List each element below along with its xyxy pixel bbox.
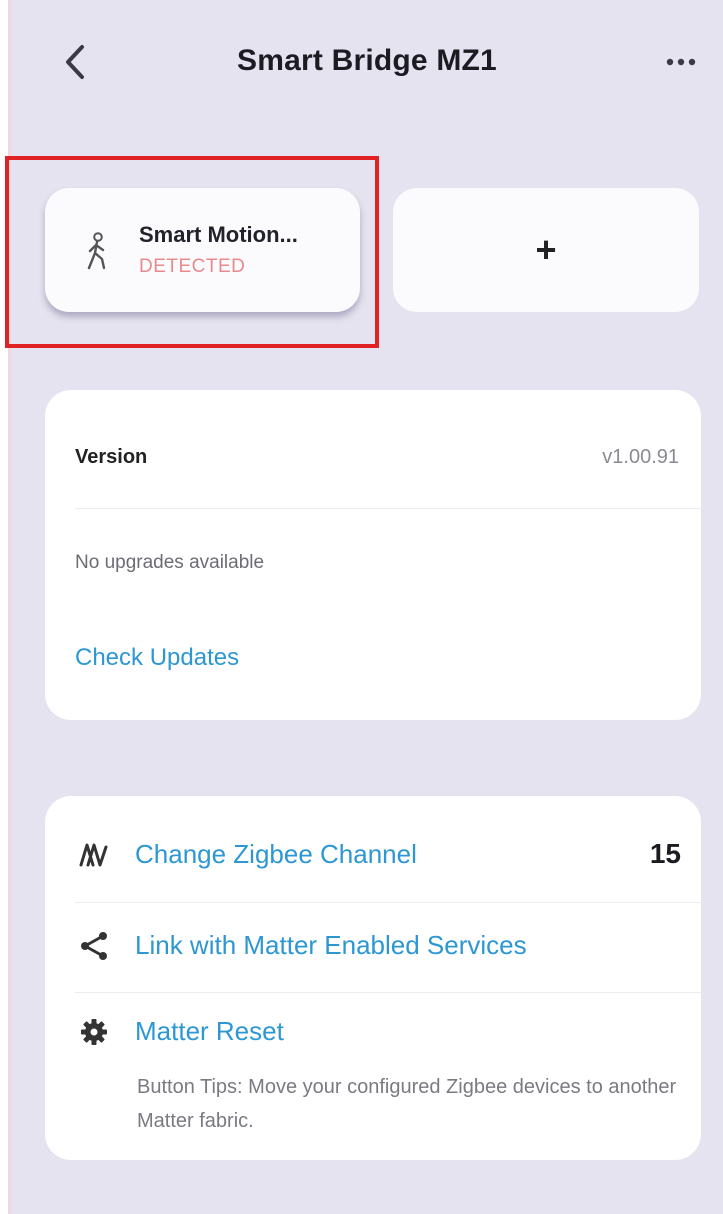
check-updates-link[interactable]: Check Updates: [75, 644, 239, 672]
upgrade-status: No upgrades available: [75, 552, 265, 573]
device-card-smart-motion[interactable]: Smart Motion... DETECTED: [45, 188, 360, 312]
link-matter-services-label: Link with Matter Enabled Services: [135, 930, 527, 960]
divider: [75, 992, 701, 993]
share-icon: [79, 931, 109, 961]
more-options-button[interactable]: [659, 48, 703, 76]
divider: [75, 902, 701, 903]
matter-reset-row[interactable]: Matter Reset: [79, 1016, 681, 1047]
add-device-button[interactable]: +: [393, 188, 699, 312]
walking-person-icon: [87, 232, 106, 270]
app-screen: Smart Bridge MZ1 Smart Motion... DETECTE…: [8, 0, 723, 1214]
version-value: v1.00.91: [602, 446, 679, 468]
divider: [75, 508, 701, 509]
device-info: Smart Motion... DETECTED: [139, 222, 298, 278]
page-title: Smart Bridge MZ1: [237, 44, 497, 77]
version-row: Version v1.00.91: [75, 446, 679, 469]
settings-card: Change Zigbee Channel 15 Link with Matte…: [45, 796, 701, 1160]
change-zigbee-channel-label: Change Zigbee Channel: [135, 838, 417, 869]
device-name: Smart Motion...: [139, 222, 298, 247]
matter-reset-tip: Button Tips: Move your configured Zigbee…: [137, 1076, 677, 1132]
plus-icon: +: [535, 229, 557, 270]
version-label: Version: [75, 446, 148, 468]
matter-reset-label: Matter Reset: [135, 1016, 284, 1046]
header: Smart Bridge MZ1: [11, 0, 723, 140]
device-status: DETECTED: [139, 256, 246, 277]
change-zigbee-channel-row[interactable]: Change Zigbee Channel 15: [79, 838, 681, 870]
gear-icon: [79, 1017, 109, 1047]
ellipsis-icon: [666, 58, 696, 66]
zigbee-channel-value: 15: [649, 838, 681, 869]
link-matter-services-row[interactable]: Link with Matter Enabled Services: [79, 930, 681, 961]
zigbee-channel-icon: [79, 839, 109, 869]
version-card: Version v1.00.91 No upgrades available C…: [45, 390, 701, 720]
